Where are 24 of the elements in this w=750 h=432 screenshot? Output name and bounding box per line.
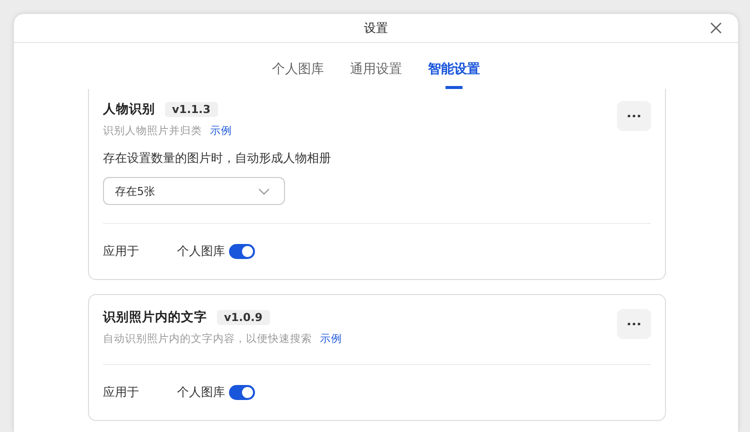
tab[interactable]: 通用设置 [348, 58, 404, 89]
version-tag: v1.1.3 [165, 102, 218, 117]
tab[interactable]: 个人图库 [270, 58, 326, 89]
plugin-title: 人物识别 [103, 101, 155, 118]
tab[interactable]: 智能设置 [426, 58, 482, 89]
target-label: 个人图库 [177, 243, 225, 260]
apply-label: 应用于 [103, 384, 140, 401]
toggle-switch[interactable] [229, 244, 255, 259]
version-tag: v1.0.9 [217, 310, 270, 325]
chevron-down-icon [258, 188, 270, 194]
setting-label: 存在设置数量的图片时，自动形成人物相册 [103, 150, 332, 167]
toggle-switch[interactable] [229, 385, 255, 400]
example-link[interactable]: 示例 [320, 332, 342, 346]
plugin-description: 识别人物照片并归类 [103, 124, 202, 138]
plugin-description: 自动识别照片内的文字内容，以便快速搜索 [103, 332, 312, 346]
count-dropdown[interactable]: 存在5张 [103, 177, 285, 205]
target-label: 个人图库 [177, 384, 225, 401]
close-icon[interactable] [708, 20, 724, 36]
apply-label: 应用于 [103, 243, 140, 260]
dialog-title: 设置 [364, 20, 388, 36]
example-link[interactable]: 示例 [210, 124, 232, 138]
more-icon [627, 114, 641, 118]
more-icon [627, 322, 641, 326]
plugin-title: 识别照片内的文字 [103, 309, 207, 326]
